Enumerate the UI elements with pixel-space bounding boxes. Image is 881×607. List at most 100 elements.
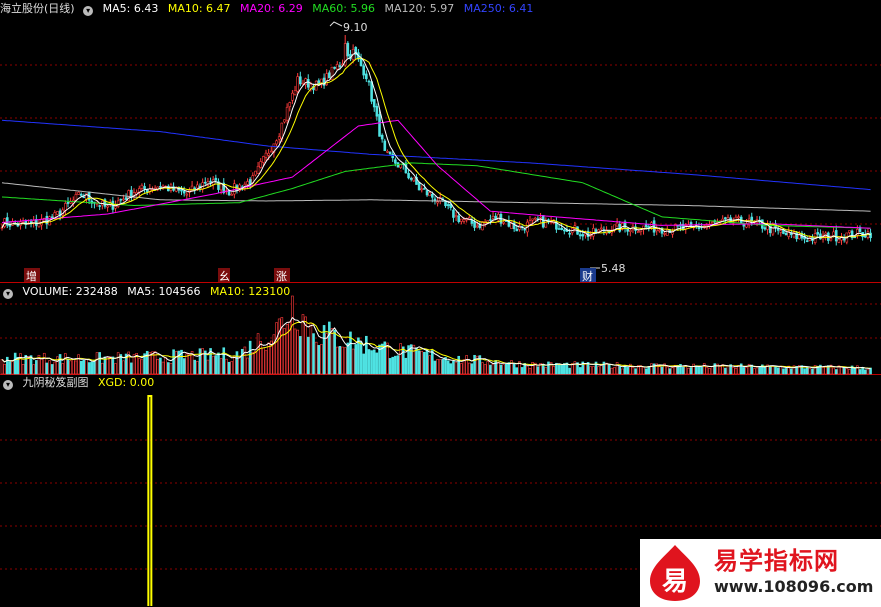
- volume-bar: [77, 354, 80, 375]
- volume-bar: [90, 361, 94, 375]
- candle: [710, 221, 714, 224]
- candle: [45, 211, 49, 229]
- stock-chart[interactable]: 9.10 5.48 增 幺 涨 财: [0, 0, 881, 607]
- volume-bar: [832, 367, 835, 375]
- volume-bar: [401, 346, 405, 375]
- volume-bar: [3, 363, 6, 375]
- candle: [365, 70, 368, 82]
- volume-bar: [428, 355, 431, 375]
- legend-ma120: MA120: 5.97: [384, 2, 455, 15]
- volume-bar: [541, 364, 545, 375]
- watermark-title: 易学指标网: [714, 547, 839, 575]
- volume-bar: [497, 361, 500, 375]
- candle: [409, 176, 413, 182]
- candle: [655, 225, 659, 236]
- candle: [869, 228, 872, 242]
- candle: [285, 103, 289, 124]
- legend-ma20: MA20: 6.29: [240, 2, 303, 15]
- volume-bar: [520, 367, 524, 375]
- volume-bar: [489, 364, 492, 375]
- volume-bar: [235, 351, 239, 375]
- volume-bar: [444, 357, 447, 375]
- volume-bar: [185, 353, 189, 375]
- volume-bar: [782, 368, 785, 375]
- volume-bar: [557, 364, 561, 375]
- volume-bar: [494, 360, 497, 375]
- volume-bar: [811, 368, 814, 375]
- volume-bar: [122, 360, 125, 375]
- volume-bar: [692, 363, 695, 375]
- candle: [861, 231, 864, 241]
- candle: [201, 178, 204, 193]
- candle: [816, 228, 820, 238]
- volume-bar: [726, 365, 730, 375]
- candle: [539, 212, 542, 223]
- candle: [850, 229, 854, 241]
- candle: [737, 214, 740, 223]
- volume-bar: [771, 365, 775, 375]
- volume-bar: [845, 368, 849, 375]
- volume-bar: [486, 361, 490, 375]
- volume-bar: [8, 361, 12, 375]
- volume-bar: [299, 336, 302, 375]
- candle: [137, 185, 141, 197]
- legend-volume: VOLUME: 232488: [22, 285, 118, 298]
- volume-bar: [306, 336, 310, 375]
- candle: [288, 101, 292, 112]
- marker-1[interactable]: 幺: [219, 269, 230, 283]
- volume-bar: [848, 369, 851, 375]
- chevron-down-icon[interactable]: ▾: [3, 380, 13, 390]
- volume-bar: [863, 369, 867, 375]
- volume-bar: [470, 363, 474, 375]
- volume-bar: [217, 352, 220, 375]
- volume-bar: [460, 363, 463, 375]
- volume-bar: [365, 335, 368, 375]
- volume-bar: [137, 358, 141, 375]
- volume-bar: [417, 350, 421, 375]
- volume-bar: [246, 357, 249, 375]
- candle: [238, 183, 241, 193]
- volume-bar: [79, 360, 83, 375]
- marker-0[interactable]: 增: [26, 269, 37, 283]
- volume-bar: [642, 366, 645, 375]
- volume-bar: [465, 355, 468, 375]
- volume-bar: [599, 364, 603, 375]
- volume-bar: [82, 360, 86, 375]
- chevron-down-icon[interactable]: ▾: [83, 6, 94, 16]
- volume-bar: [644, 368, 648, 375]
- volume-bar: [95, 352, 99, 375]
- candle: [312, 83, 315, 95]
- volume-bar: [578, 367, 582, 375]
- volume-bar: [114, 363, 117, 375]
- candle: [436, 197, 439, 207]
- candle: [264, 149, 268, 162]
- legend-vol-ma5: MA5: 104566: [127, 285, 201, 298]
- volume-bar: [230, 361, 233, 375]
- legend-xgd: XGD: 0.00: [98, 376, 155, 389]
- volume-bar: [264, 350, 268, 375]
- marker-2[interactable]: 涨: [276, 270, 287, 283]
- watermark-url: www.108096.com: [714, 577, 874, 596]
- candle: [254, 170, 257, 177]
- chevron-down-icon[interactable]: ▾: [3, 289, 13, 299]
- volume-bar: [734, 368, 738, 375]
- ma5-line: [1, 51, 871, 240]
- candle: [367, 79, 371, 86]
- volume-bar: [409, 344, 413, 375]
- volume-bar: [188, 354, 191, 375]
- volume-bar: [159, 357, 162, 375]
- candle: [185, 190, 189, 199]
- volume-bar: [658, 366, 661, 375]
- legend-ma5: MA5: 6.43: [102, 2, 159, 15]
- volume-bar: [85, 359, 88, 375]
- volume-bar: [724, 367, 727, 375]
- candle: [32, 216, 35, 228]
- volume-bar: [708, 368, 711, 375]
- volume-bar: [697, 366, 701, 375]
- volume-bar: [196, 361, 199, 375]
- marker-3[interactable]: 财: [582, 269, 593, 283]
- volume-bar: [605, 362, 608, 375]
- volume-bar: [618, 366, 622, 375]
- volume-bar: [834, 369, 838, 375]
- volume-bar: [515, 367, 519, 375]
